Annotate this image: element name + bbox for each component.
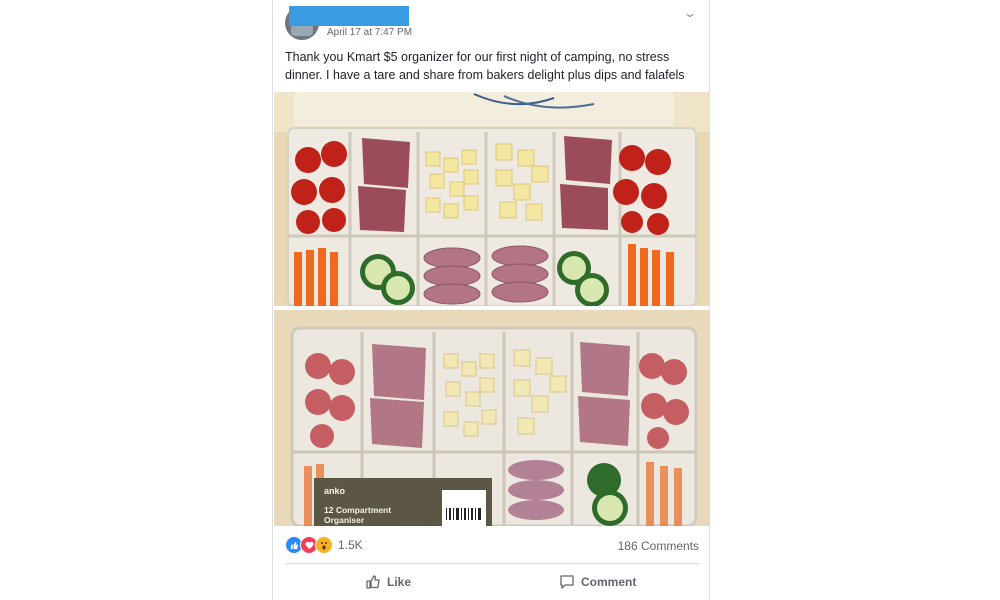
reaction-count: 1.5K	[338, 538, 363, 552]
post-photo-2[interactable]: anko 12 Compartment Organiser	[274, 310, 710, 526]
food-organizer-photo-open	[274, 92, 710, 306]
post-text: Thank you Kmart $5 organizer for our fir…	[285, 50, 685, 82]
wow-reaction-icon	[315, 536, 333, 554]
comment-label: Comment	[581, 575, 637, 589]
organiser-label-line1: 12 Compartment	[324, 505, 391, 515]
comments-count[interactable]: 186 Comments	[618, 539, 699, 553]
comment-bubble-icon	[559, 574, 575, 590]
post-card: April 17 at 7:47 PM ⌄ Thank you Kmart $5…	[272, 0, 710, 600]
food-organizer-photo-closed: anko 12 Compartment Organiser	[274, 310, 710, 526]
organiser-label-brand: anko	[324, 486, 346, 496]
thumbs-up-icon	[365, 574, 381, 590]
like-label: Like	[387, 575, 412, 589]
comment-button[interactable]: Comment	[559, 570, 636, 594]
post-timestamp[interactable]: April 17 at 7:47 PM	[327, 27, 412, 38]
reactions-summary[interactable]: 1.5K	[285, 536, 363, 554]
actions-divider	[285, 563, 699, 564]
chevron-down-icon[interactable]: ⌄	[683, 6, 697, 20]
author-name-redacted[interactable]	[289, 6, 409, 26]
organiser-label-line2: Organiser	[324, 515, 365, 525]
post-photo-1[interactable]	[274, 92, 710, 306]
like-button[interactable]: Like	[365, 570, 411, 594]
